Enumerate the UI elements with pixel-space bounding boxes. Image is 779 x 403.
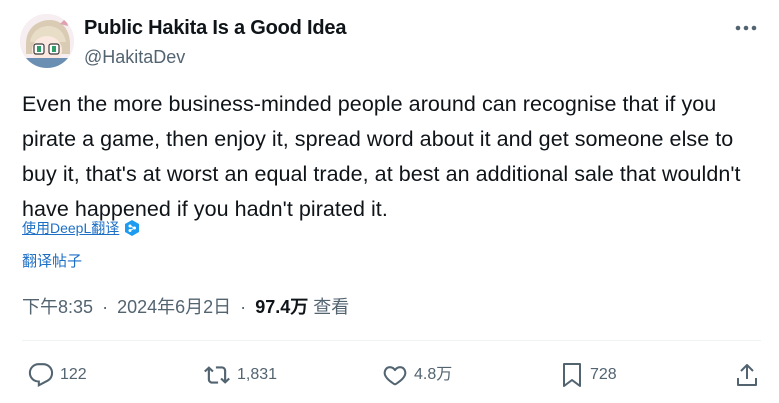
more-options-button[interactable]	[731, 18, 761, 38]
repost-count: 1,831	[237, 366, 278, 383]
heart-icon	[383, 366, 407, 386]
more-horizontal-icon	[735, 25, 757, 31]
share-button[interactable]	[735, 360, 759, 390]
tweet-text: Even the more business-minded people aro…	[22, 92, 741, 221]
divider	[22, 340, 761, 341]
avatar[interactable]	[20, 14, 74, 68]
avatar-image	[20, 14, 74, 68]
repost-icon	[204, 366, 230, 384]
translate-with-deepl-label: 使用DeepL翻译	[22, 220, 120, 236]
like-count: 4.8万	[414, 366, 453, 383]
meta-separator: ·	[102, 297, 109, 317]
tweet-date[interactable]: 2024年6月2日	[117, 297, 231, 317]
bookmark-icon	[563, 363, 581, 387]
deepl-badge-icon	[123, 219, 141, 237]
repost-button[interactable]: 1,831	[203, 360, 277, 390]
action-bar: 122 1,831 4.8万 728	[0, 360, 779, 390]
meta-separator: ·	[240, 297, 247, 317]
tweet-time[interactable]: 下午8:35	[22, 297, 93, 317]
author-handle[interactable]: @HakitaDev	[84, 45, 346, 69]
views-label: 查看	[313, 297, 350, 317]
reply-icon	[28, 363, 54, 388]
bookmark-button[interactable]: 728	[560, 360, 617, 390]
author-block: Public Hakita Is a Good Idea @HakitaDev	[84, 16, 346, 69]
reply-count: 122	[60, 366, 87, 383]
reply-button[interactable]: 122	[28, 360, 87, 390]
translate-with-deepl-link[interactable]: 使用DeepL翻译	[22, 219, 141, 237]
tweet-meta: 下午8:35 · 2024年6月2日 · 97.4万 查看	[22, 294, 349, 320]
share-icon	[737, 364, 757, 386]
translate-post-link[interactable]: 翻译帖子	[22, 253, 82, 271]
like-button[interactable]: 4.8万	[382, 360, 452, 390]
views-count[interactable]: 97.4万	[255, 297, 308, 317]
author-display-name[interactable]: Public Hakita Is a Good Idea	[84, 16, 346, 40]
bookmark-count: 728	[590, 366, 617, 383]
